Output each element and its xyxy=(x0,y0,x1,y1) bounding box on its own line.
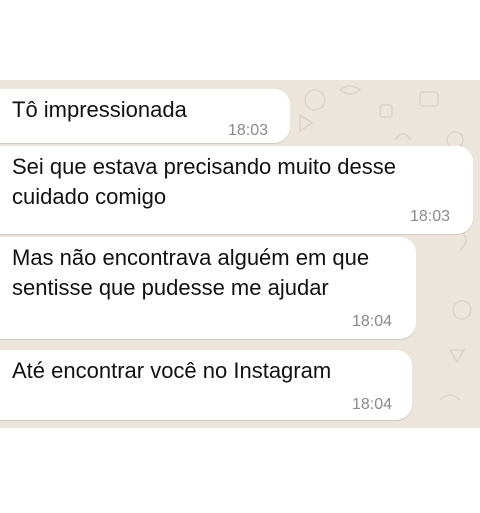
message-bubble-4[interactable]: Até encontrar você no Instagram 18:04 xyxy=(0,350,412,420)
chat-background: Tô impressionada 18:03 Sei que estava pr… xyxy=(0,80,480,428)
message-text: Sei que estava precisando muito desse cu… xyxy=(12,154,397,209)
message-timestamp: 18:03 xyxy=(410,208,451,225)
message-text: Mas não encontrava alguém em que sentiss… xyxy=(12,245,370,300)
message-bubble-2[interactable]: Sei que estava precisando muito desse cu… xyxy=(0,146,473,234)
message-bubble-1[interactable]: Tô impressionada 18:03 xyxy=(0,89,290,143)
message-timestamp: 18:03 xyxy=(228,122,269,139)
message-timestamp: 18:04 xyxy=(352,313,393,330)
blank-area xyxy=(0,428,480,513)
message-bubble-3[interactable]: Mas não encontrava alguém em que sentiss… xyxy=(0,237,416,339)
message-text: Tô impressionada xyxy=(12,97,187,122)
message-text: Até encontrar você no Instagram xyxy=(12,358,332,383)
message-timestamp: 18:04 xyxy=(352,396,393,413)
